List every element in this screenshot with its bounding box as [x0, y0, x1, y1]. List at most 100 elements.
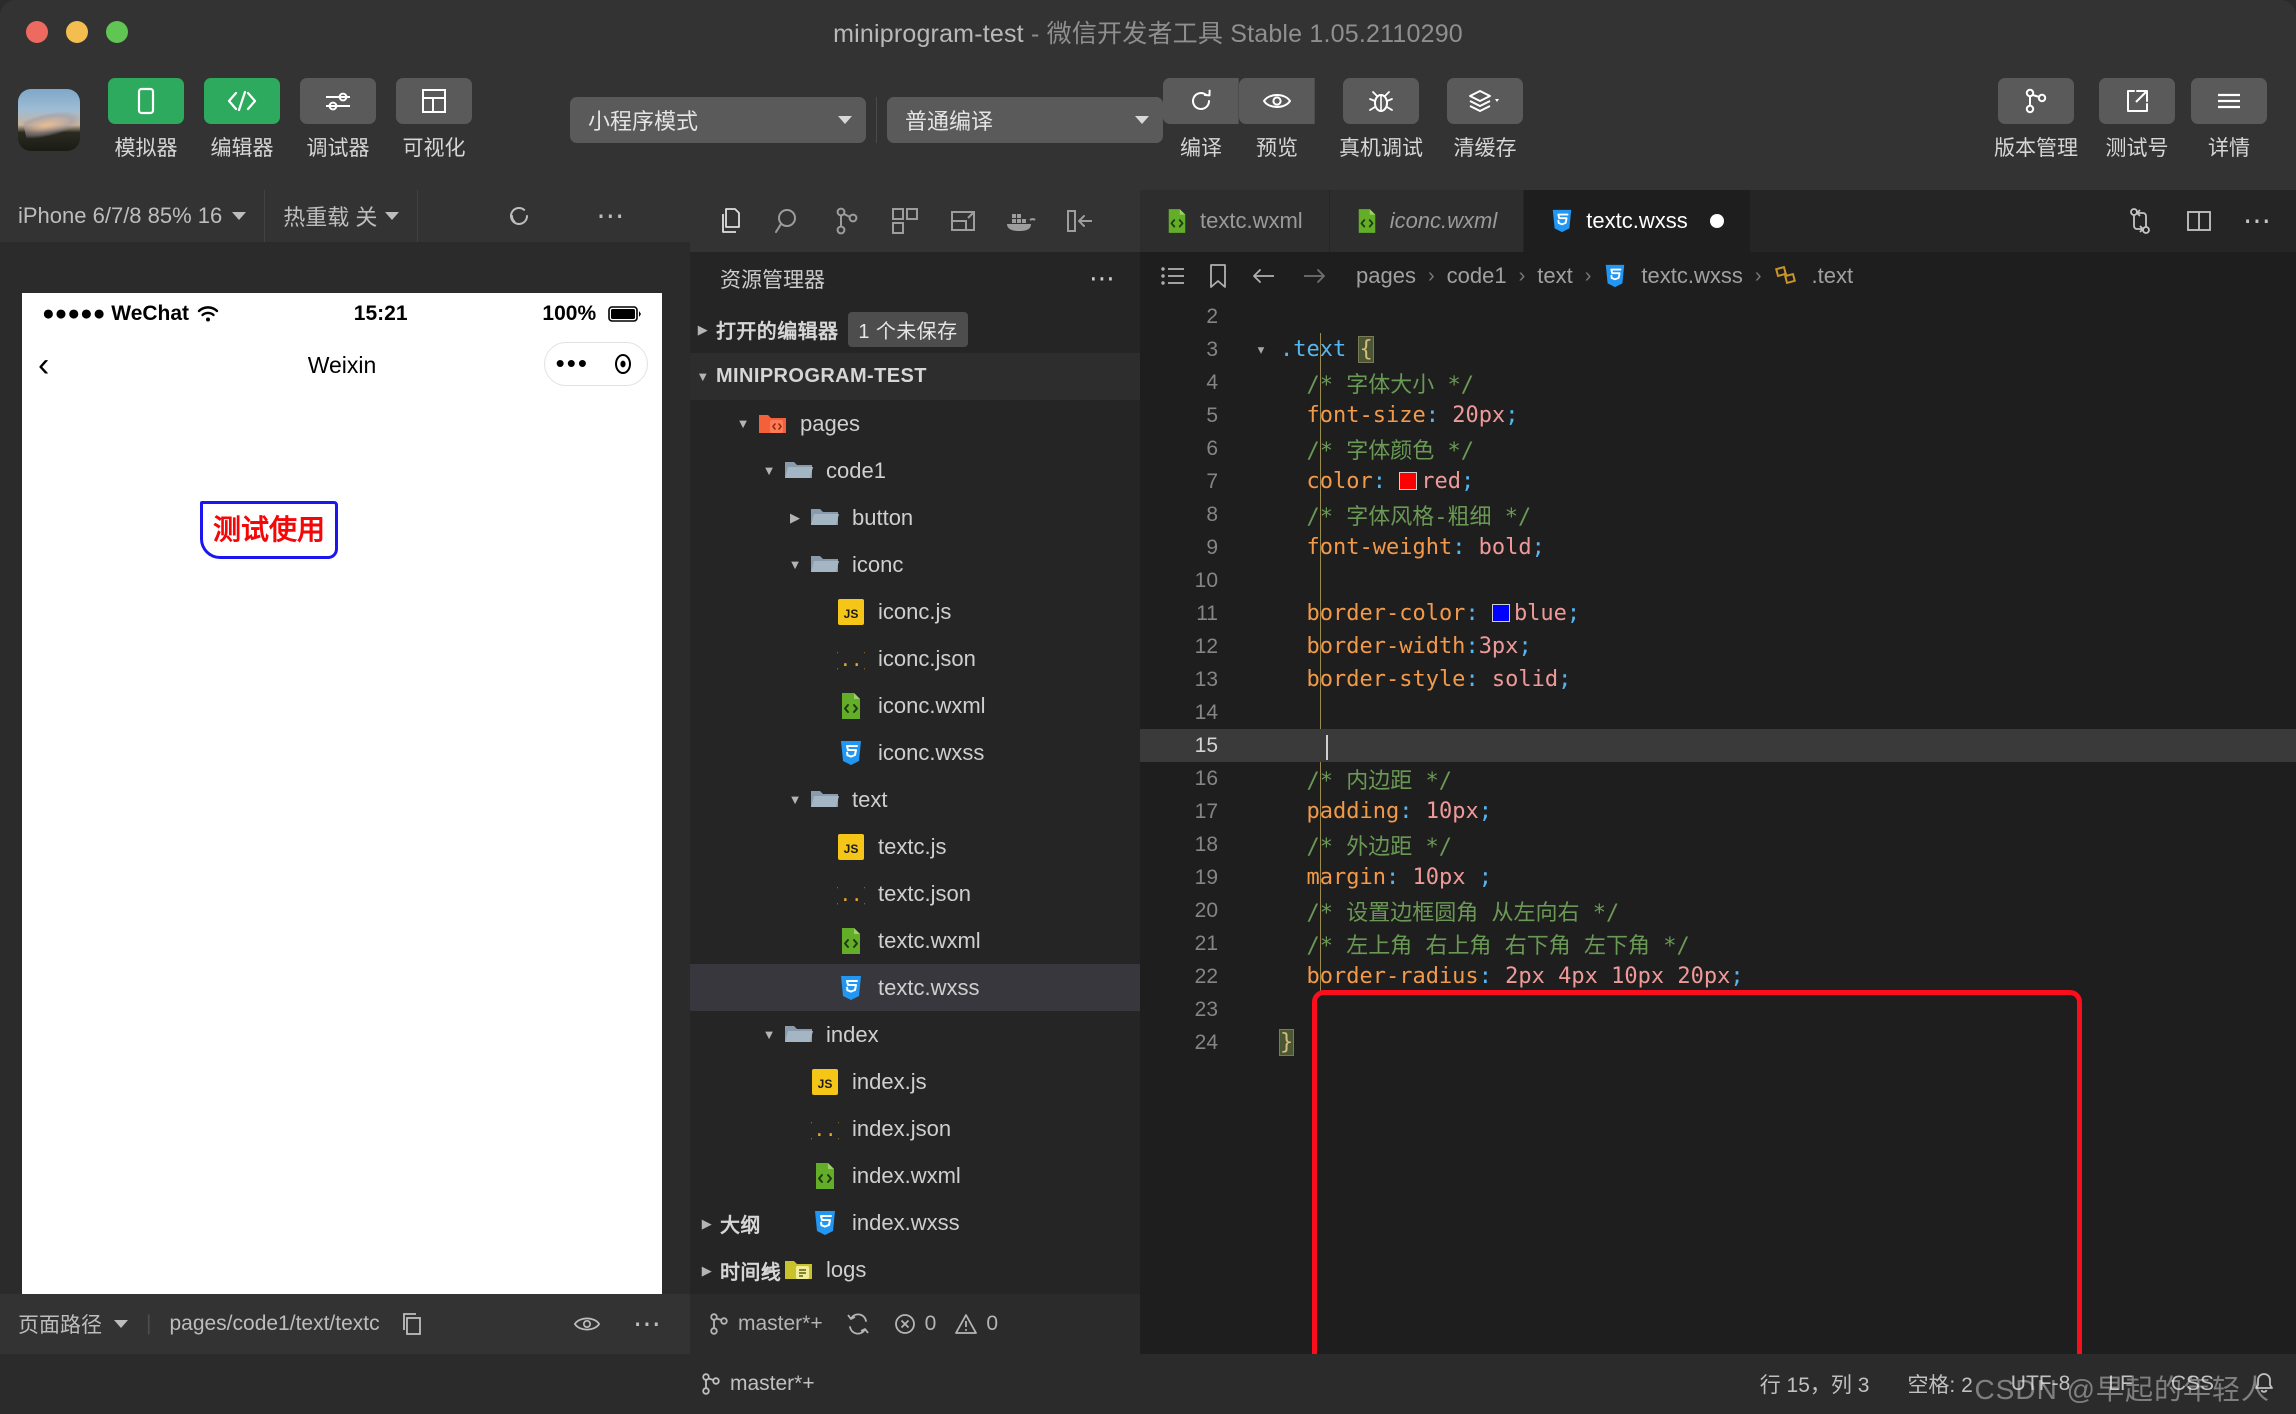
toolbar-item-compile[interactable]: 编译 [1163, 78, 1239, 162]
tree-item-code1[interactable]: ▼ code1 [690, 447, 1140, 494]
explorer-more-button[interactable]: ⋯ [1089, 266, 1118, 291]
tree-item-index[interactable]: ▼ index [690, 1011, 1140, 1058]
toolbar-item-editor[interactable]: 编辑器 [194, 78, 290, 162]
code-line[interactable]: 12 border-width:3px; [1140, 630, 2296, 663]
status-git-branch[interactable]: master*+ [700, 1372, 815, 1396]
code-line[interactable]: 5 font-size: 20px; [1140, 399, 2296, 432]
toolbar-item-remote-debug[interactable]: 真机调试 [1329, 78, 1433, 162]
code-line[interactable]: 20 /* 设置边框圆角 从左向右 */ [1140, 894, 2296, 927]
simulator-more-button[interactable]: ⋯ [578, 190, 645, 242]
toolbar-item-version-control[interactable]: 版本管理 [1984, 78, 2088, 162]
tree-item-textc-json[interactable]: {..} textc.json [690, 870, 1140, 917]
eye-icon[interactable] [573, 1313, 601, 1335]
simulator-footer-more-button[interactable]: ⋯ [633, 1309, 664, 1337]
code-line[interactable]: 4 /* 字体大小 */ [1140, 366, 2296, 399]
editor-tab-textc-wxss[interactable]: textc.wxss [1524, 190, 1751, 252]
status-notifications-button[interactable] [2252, 1371, 2276, 1397]
files-icon[interactable] [704, 197, 758, 245]
open-changes-button[interactable] [2125, 206, 2155, 236]
tree-item-pages[interactable]: ▼ pages [690, 400, 1140, 447]
code-line[interactable]: 9 font-weight: bold; [1140, 531, 2296, 564]
project-root-row[interactable]: ▼ MINIPROGRAM-TEST [690, 353, 1140, 400]
tree-item-textc-wxml[interactable]: textc.wxml [690, 917, 1140, 964]
code-line[interactable]: 11 border-color: blue; [1140, 597, 2296, 630]
capsule-buttons[interactable]: ••• [544, 342, 648, 386]
tree-item-iconc-json[interactable]: {..} iconc.json [690, 635, 1140, 682]
code-line[interactable]: 6 /* 字体颜色 */ [1140, 432, 2296, 465]
simulator-refresh-button[interactable] [486, 190, 552, 242]
source-control-icon[interactable] [820, 197, 874, 245]
sync-button[interactable] [845, 1312, 871, 1336]
code-line[interactable]: 19 margin: 10px ; [1140, 861, 2296, 894]
tree-item-iconc[interactable]: ▼ iconc [690, 541, 1140, 588]
tree-item-index-js[interactable]: JS index.js [690, 1058, 1140, 1105]
code-line[interactable]: 24} [1140, 1026, 2296, 1059]
navigate-back-icon[interactable] [1250, 265, 1278, 287]
open-editors-section[interactable]: ▶ 打开的编辑器 1 个未保存 [690, 306, 1140, 353]
collapse-icon[interactable] [1052, 197, 1106, 245]
breadcrumb-item[interactable]: text [1537, 263, 1572, 289]
toolbar-item-visual[interactable]: 可视化 [386, 78, 482, 162]
toolbar-item-test-account[interactable]: 测试号 [2088, 78, 2186, 162]
code-line[interactable]: 13 border-style: solid; [1140, 663, 2296, 696]
breadcrumb-item[interactable]: code1 [1447, 263, 1507, 289]
problems-status[interactable]: 0 0 [893, 1312, 998, 1336]
code-line[interactable]: 18 /* 外边距 */ [1140, 828, 2296, 861]
hot-reload-select[interactable]: 热重载 关 [265, 190, 417, 242]
tree-item-index-wxml[interactable]: index.wxml [690, 1152, 1140, 1199]
code-line[interactable]: 8 /* 字体风格-粗细 */ [1140, 498, 2296, 531]
editor-tab-iconc-wxml[interactable]: iconc.wxml [1329, 190, 1525, 252]
mode-select[interactable]: 小程序模式 [570, 97, 866, 143]
outline-list-icon[interactable] [1160, 264, 1186, 288]
status-indentation[interactable]: 空格: 2 [1907, 1369, 1972, 1399]
breadcrumb-item[interactable]: textc.wxss [1641, 263, 1742, 289]
code-line[interactable]: 14 [1140, 696, 2296, 729]
code-line[interactable]: 3 ▾ .text { [1140, 333, 2296, 366]
code-line[interactable]: 7 color: red; [1140, 465, 2296, 498]
toolbar-item-details[interactable]: 详情 [2186, 78, 2272, 162]
timeline-section[interactable]: ▶ 时间线 [690, 1247, 1140, 1294]
code-area[interactable]: 2 3 ▾ .text {4 /* 字体大小 */5 font-size: 20px;… [1140, 300, 2296, 1354]
code-line[interactable]: 15 [1140, 729, 2296, 762]
page-path-label[interactable]: 页面路径 [18, 1309, 102, 1339]
tree-item-iconc-wxss[interactable]: iconc.wxss [690, 729, 1140, 776]
code-line[interactable]: 10 [1140, 564, 2296, 597]
editor-tab-textc-wxml[interactable]: textc.wxml [1140, 190, 1330, 252]
breadcrumb-item[interactable]: pages [1356, 263, 1416, 289]
code-line[interactable]: 17 padding: 10px; [1140, 795, 2296, 828]
toolbar-item-debugger[interactable]: 调试器 [290, 78, 386, 162]
tree-item-button[interactable]: ▶ button [690, 494, 1140, 541]
tree-item-iconc-js[interactable]: JS iconc.js [690, 588, 1140, 635]
status-eol[interactable]: LF [2108, 1372, 2133, 1396]
code-line[interactable]: 22 border-radius: 2px 4px 10px 20px; [1140, 960, 2296, 993]
editor-more-button[interactable]: ⋯ [2243, 206, 2274, 234]
tree-item-index-json[interactable]: {..} index.json [690, 1105, 1140, 1152]
tree-item-textc-wxss[interactable]: textc.wxss [690, 964, 1140, 1011]
outline-section[interactable]: ▶ 大纲 [690, 1200, 1140, 1247]
git-branch-status[interactable]: master*+ [708, 1312, 823, 1336]
code-line[interactable]: 21 /* 左上角 右上角 右下角 左下角 */ [1140, 927, 2296, 960]
bookmark-icon[interactable] [1208, 263, 1228, 289]
code-line[interactable]: 16 /* 内边距 */ [1140, 762, 2296, 795]
search-icon[interactable] [762, 197, 816, 245]
toolbar-item-clear-cache[interactable]: 清缓存 [1433, 78, 1537, 162]
extensions-icon[interactable] [878, 197, 932, 245]
navigate-forward-icon[interactable] [1300, 265, 1328, 287]
breadcrumb-item[interactable]: .text [1812, 263, 1854, 289]
code-line[interactable]: 2 [1140, 300, 2296, 333]
fold-chevron-icon[interactable]: ▾ [1246, 340, 1276, 360]
split-editor-button[interactable] [2185, 207, 2213, 235]
code-line[interactable]: 23 [1140, 993, 2296, 1026]
unsaved-dot-icon[interactable] [1709, 214, 1724, 228]
tree-item-text[interactable]: ▼ text [690, 776, 1140, 823]
status-cursor-position[interactable]: 行 15，列 3 [1760, 1369, 1870, 1399]
docker-icon[interactable] [994, 197, 1048, 245]
cloud-icon[interactable] [936, 197, 990, 245]
status-language-mode[interactable]: CSS [2171, 1372, 2214, 1396]
compile-select[interactable]: 普通编译 [887, 97, 1163, 143]
toolbar-item-preview[interactable]: 预览 [1239, 78, 1315, 162]
status-encoding[interactable]: UTF-8 [2011, 1372, 2071, 1396]
simulator-screen[interactable]: ●●●●● WeChat 15:21 100% ‹ Weixin ••• 测试使… [22, 293, 662, 1414]
project-avatar[interactable] [18, 89, 80, 151]
tree-item-textc-js[interactable]: JS textc.js [690, 823, 1140, 870]
